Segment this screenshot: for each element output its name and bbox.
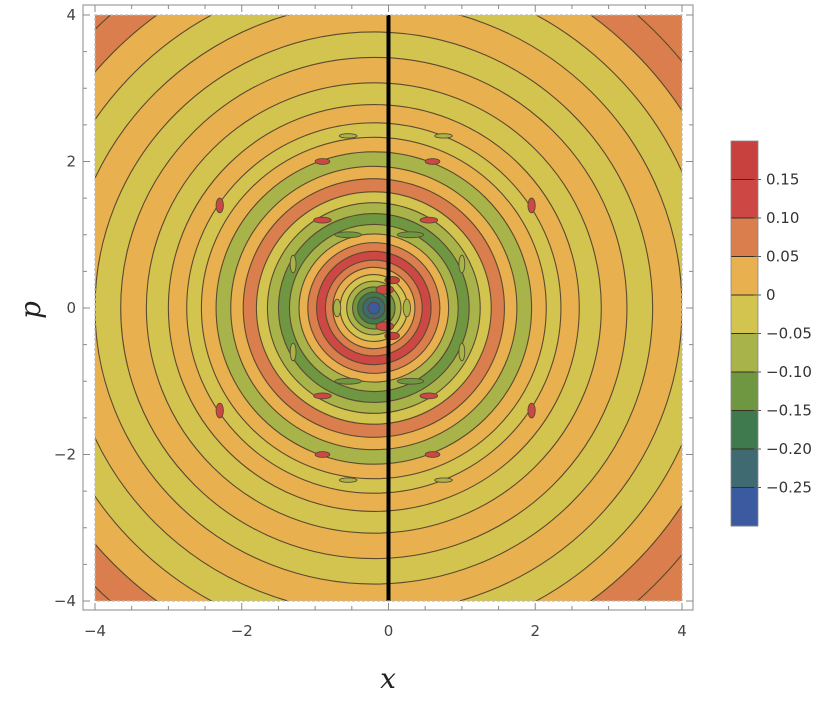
contour-island bbox=[375, 321, 395, 332]
contour-island bbox=[419, 392, 439, 400]
legend-color-band bbox=[731, 487, 758, 527]
contour-island bbox=[338, 477, 358, 483]
contour-island bbox=[313, 392, 332, 400]
legend-color-band bbox=[731, 218, 758, 257]
contour-island bbox=[424, 451, 441, 458]
contour-island bbox=[424, 158, 441, 165]
contour-island bbox=[434, 477, 453, 483]
chart-figure: −4 −2 0 2 4 −4 −2 0 2 4 x p 0.15 0.10 0.05 0 −0.05 −0.… bbox=[0, 0, 830, 699]
y-tick-label: −2 bbox=[54, 446, 76, 464]
legend-color-band bbox=[731, 141, 758, 180]
contour-island bbox=[333, 298, 342, 318]
y-tick-label: −4 bbox=[54, 592, 76, 610]
legend-label: 0.05 bbox=[766, 248, 799, 266]
contour-plot: −4 −2 0 2 4 −4 −2 0 2 4 x p 0.15 0.10 0.05 0 −0.05 −0.… bbox=[14, 4, 812, 695]
legend-color-band bbox=[731, 179, 758, 219]
x-tick-label: −2 bbox=[231, 622, 253, 640]
x-tick-label: 4 bbox=[677, 622, 687, 640]
legend-label: −0.15 bbox=[766, 402, 812, 420]
legend-label: −0.20 bbox=[766, 440, 812, 458]
x-tick-label: −4 bbox=[84, 622, 106, 640]
contour-ring bbox=[367, 301, 381, 315]
contour-island bbox=[419, 216, 439, 224]
legend-label: −0.10 bbox=[766, 363, 812, 381]
legend-label: 0.10 bbox=[766, 209, 799, 227]
y-tick-label: 2 bbox=[66, 153, 76, 171]
legend-color-band bbox=[731, 449, 758, 488]
legend-color-band bbox=[731, 372, 758, 411]
contour-island bbox=[434, 133, 453, 139]
legend-label: −0.05 bbox=[766, 325, 812, 343]
legend-color-band bbox=[731, 256, 758, 296]
contour-island bbox=[314, 451, 331, 458]
contour-island bbox=[375, 284, 395, 295]
contour-island bbox=[458, 342, 466, 362]
y-tick-label: 0 bbox=[66, 299, 76, 317]
contour-island bbox=[334, 377, 362, 385]
contour-island bbox=[396, 377, 425, 385]
contour-island bbox=[527, 197, 536, 214]
x-axis-label: x bbox=[380, 662, 396, 695]
contour-island bbox=[396, 231, 425, 239]
y-tick-label: 4 bbox=[66, 6, 76, 24]
legend-label: −0.25 bbox=[766, 479, 812, 497]
contour-island bbox=[313, 216, 332, 224]
x-tick-label: 2 bbox=[530, 622, 540, 640]
contour-island bbox=[402, 298, 411, 318]
legend-color-band bbox=[731, 410, 758, 450]
contour-island bbox=[215, 197, 224, 214]
y-axis-label: p bbox=[14, 301, 47, 319]
contour-island bbox=[334, 231, 362, 239]
legend-color-band bbox=[731, 295, 758, 334]
contour-island bbox=[314, 158, 331, 165]
contour-island bbox=[289, 254, 297, 274]
legend-color-band bbox=[731, 333, 758, 373]
contour-island bbox=[289, 342, 297, 362]
contour-island bbox=[458, 254, 466, 274]
plot-area bbox=[95, 15, 682, 601]
color-legend: 0.15 0.10 0.05 0 −0.05 −0.10 −0.15 −0.20 −0.25 bbox=[730, 140, 812, 527]
contour-island bbox=[527, 402, 536, 419]
contour-island bbox=[338, 133, 358, 139]
contour-island bbox=[215, 402, 224, 419]
x-tick-label: 0 bbox=[384, 622, 394, 640]
legend-label: 0 bbox=[766, 286, 776, 304]
legend-label: 0.15 bbox=[766, 171, 799, 189]
